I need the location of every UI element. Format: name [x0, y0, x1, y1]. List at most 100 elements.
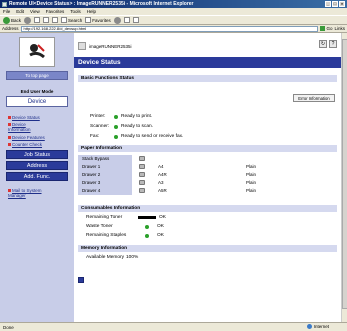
menu-help[interactable]: Help — [87, 9, 96, 14]
go-button[interactable]: Go — [320, 26, 332, 31]
page-top-icon[interactable] — [78, 277, 84, 283]
window-title-bar: Remote UI<Device Status> : ImageRUNNER25… — [0, 0, 347, 8]
search-icon — [61, 17, 68, 23]
printer-status-row: Printer: Ready to print. — [90, 114, 152, 119]
minimize-icon[interactable]: _ — [325, 1, 331, 7]
favorites-button[interactable]: Favorites — [85, 17, 111, 23]
address-text: http://192.168.222.8/d_devsup.html — [23, 26, 87, 31]
forward-icon[interactable] — [24, 16, 32, 24]
error-information-button[interactable]: Error Information — [293, 94, 335, 102]
links-button[interactable]: Links — [334, 26, 345, 31]
paper-size: A4 — [158, 164, 164, 169]
ie-icon — [2, 1, 7, 7]
address-button[interactable]: Address — [6, 161, 68, 170]
menu-tools[interactable]: Tools — [70, 9, 81, 14]
paper-size: A3 — [158, 180, 164, 185]
tray-name: Drawer 4 — [78, 186, 132, 195]
mail-icon[interactable] — [123, 17, 130, 23]
bullet-icon — [8, 123, 11, 127]
status-bar: Done Internet — [0, 322, 347, 331]
scrollbar-thumb[interactable] — [342, 39, 347, 309]
nav-device-information-label: Device Information — [8, 122, 31, 132]
memory-heading: Memory Information — [78, 245, 337, 252]
history-icon[interactable] — [113, 16, 121, 24]
main-content: imageRUNNER2535i ↻ ? Device Status Basic… — [74, 33, 341, 322]
paper-type: Plain — [246, 180, 257, 185]
printer-label: Printer: — [90, 114, 106, 119]
address-label: Address — [2, 26, 19, 31]
consumable-label: Remaining Toner — [86, 215, 123, 220]
tray-name: Stack Bypass — [78, 154, 132, 163]
scanner-status-row: Scanner: Ready to scan. — [90, 124, 153, 129]
nav-device-features-label: Device Features — [12, 135, 45, 140]
nav-counter-check-label: Counter Check — [12, 142, 43, 147]
maximize-icon[interactable]: □ — [332, 1, 338, 7]
paper-type: Plain — [246, 188, 257, 193]
home-icon[interactable] — [52, 17, 59, 23]
paper-size: A4R — [158, 172, 167, 177]
remaining-toner-row: Remaining Toner OK — [86, 215, 166, 220]
bullet-icon — [8, 143, 11, 147]
help-icon[interactable]: ? — [329, 40, 337, 48]
menu-file[interactable]: File — [3, 9, 10, 14]
back-button[interactable]: Back — [3, 16, 21, 24]
globe-icon — [306, 324, 312, 329]
tray-icon — [139, 180, 145, 185]
security-zone: Internet — [306, 324, 329, 329]
menu-view[interactable]: View — [30, 9, 40, 14]
refresh-page-icon[interactable]: ↻ — [319, 40, 327, 48]
tray-name: Drawer 1 — [78, 162, 132, 171]
tray-icon — [139, 172, 145, 177]
search-label: Search — [68, 17, 83, 23]
to-top-page-button[interactable]: To top page — [6, 71, 68, 80]
page-viewport: To top page End User Mode Device Device … — [0, 33, 347, 322]
mode-label: End User Mode — [20, 89, 54, 94]
print-icon[interactable] — [132, 17, 139, 23]
memory-value: 100% — [126, 255, 139, 260]
menu-favorites[interactable]: Favorites — [46, 9, 65, 14]
close-icon[interactable]: × — [339, 1, 345, 7]
printer-icon — [78, 42, 86, 50]
status-ok-icon — [114, 134, 118, 139]
device-mode-button[interactable]: Device — [6, 96, 68, 107]
stop-icon[interactable] — [34, 17, 41, 23]
go-arrow-icon — [320, 26, 326, 31]
job-status-button[interactable]: Job Status — [6, 150, 68, 159]
device-sidebar: To top page End User Mode Device Device … — [0, 33, 74, 322]
status-ok-icon — [145, 224, 149, 229]
status-ok-icon — [145, 233, 149, 238]
tray-icon — [139, 156, 145, 161]
toner-level-bar — [138, 216, 156, 219]
waste-toner-row: Waste Toner OK — [86, 224, 164, 229]
browser-toolbar: Back Search Favorites — [0, 15, 347, 25]
refresh-icon[interactable] — [43, 17, 50, 23]
paper-type: Plain — [246, 172, 257, 177]
consumable-value: OK — [159, 215, 166, 220]
nav-device-information[interactable]: Device Information — [8, 122, 48, 132]
consumable-label: Remaining Staples — [86, 233, 127, 238]
search-button[interactable]: Search — [61, 17, 82, 23]
table-row: Drawer 4 A5R Plain — [78, 186, 337, 195]
favorites-label: Favorites — [92, 17, 111, 23]
address-input[interactable]: http://192.168.222.8/d_devsup.html — [20, 25, 319, 32]
window-title: Remote UI<Device Status> : ImageRUNNER25… — [9, 1, 194, 7]
remote-ui-logo-icon — [29, 44, 45, 59]
vertical-scrollbar[interactable] — [341, 33, 347, 322]
mail-to-system-manager-link[interactable]: Mail to System Manager — [8, 188, 48, 198]
bullet-icon — [8, 136, 11, 140]
nav-device-status[interactable]: Device Status — [8, 115, 40, 120]
go-label: Go — [326, 26, 333, 31]
fax-status-row: Fax: Ready to send or receive fax. — [90, 134, 183, 139]
basic-functions-heading: Basic Functions Status — [78, 75, 337, 82]
nav-counter-check[interactable]: Counter Check — [8, 142, 42, 147]
paper-type: Plain — [246, 164, 257, 169]
back-arrow-icon — [3, 16, 10, 24]
fax-status: Ready to send or receive fax. — [121, 134, 184, 139]
memory-row: Available Memory 100% — [86, 255, 138, 260]
mail-link-label: Mail to System Manager — [8, 188, 42, 198]
nav-device-features[interactable]: Device Features — [8, 135, 45, 140]
remaining-staples-row: Remaining Staples OK — [86, 233, 164, 238]
add-func-button[interactable]: Add. Func. — [6, 172, 68, 181]
menu-edit[interactable]: Edit — [16, 9, 24, 14]
tray-name: Drawer 2 — [78, 170, 132, 179]
